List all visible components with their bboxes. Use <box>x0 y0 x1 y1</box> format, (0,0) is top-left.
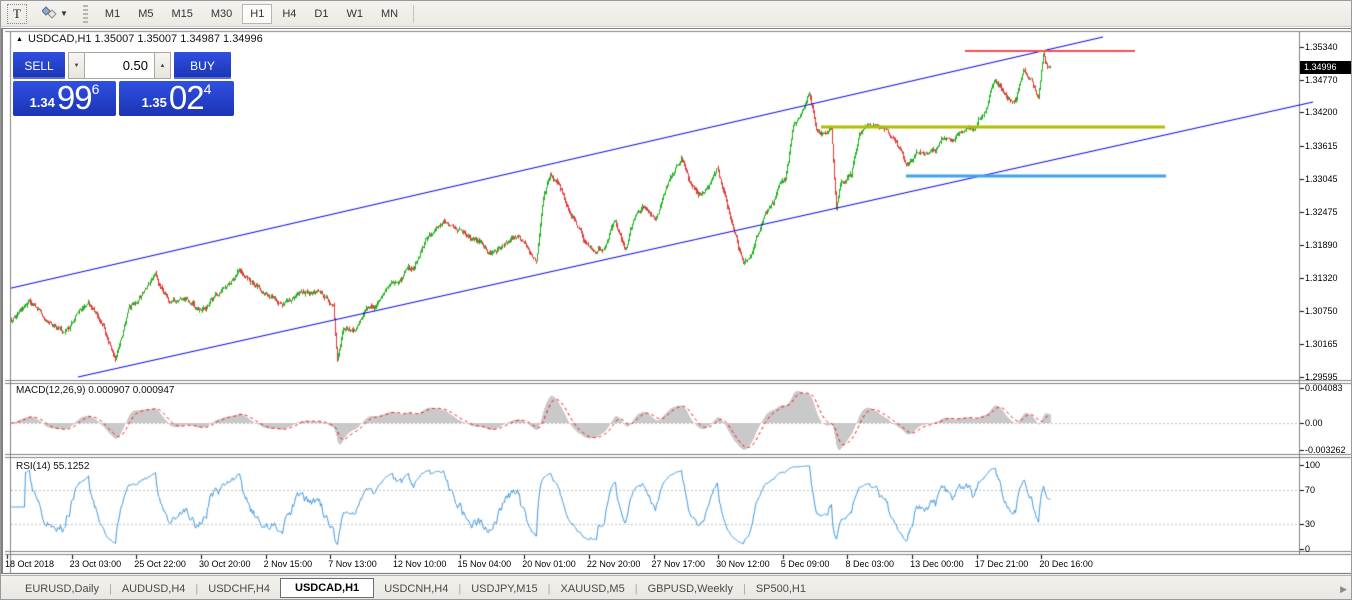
time-axis-label: 7 Nov 13:00 <box>328 559 377 569</box>
chart-title-text: USDCAD,H1 1.35007 1.35007 1.34987 1.3499… <box>28 33 263 45</box>
timeframe-button-group: M1M5M15M30H1H4D1W1MN <box>96 4 407 24</box>
time-axis-label: 8 Dec 03:00 <box>845 559 894 569</box>
price-axis-label: 1.30165 <box>1305 339 1338 349</box>
timeframe-button-m5[interactable]: M5 <box>130 4 161 24</box>
time-axis-label: 5 Dec 09:00 <box>781 559 830 569</box>
indicator-axis-label: 0.00 <box>1305 418 1323 428</box>
chart-title: ▲ USDCAD,H1 1.35007 1.35007 1.34987 1.34… <box>16 33 263 45</box>
sell-price-display[interactable]: 1.34 99 6 <box>13 81 116 116</box>
toolbar: T ▼ M1M5M15M30H1H4D1W1MN <box>1 1 1352 27</box>
price-axis-label: 1.35340 <box>1305 42 1338 52</box>
toolbar-grip-handle[interactable] <box>83 5 88 23</box>
time-axis-label: 20 Dec 16:00 <box>1039 559 1093 569</box>
time-axis-label: 2 Nov 15:00 <box>264 559 313 569</box>
buy-price-display[interactable]: 1.35 02 4 <box>119 81 234 116</box>
time-axis-label: 27 Nov 17:00 <box>652 559 706 569</box>
chart-tab-usdchf[interactable]: USDCHF,H4 <box>198 580 280 598</box>
indicator-axis-label: 100 <box>1305 460 1320 470</box>
tab-scroll-right-icon[interactable]: ▶ <box>1340 584 1347 595</box>
sell-price-big-digits: 99 <box>57 83 92 113</box>
time-axis-label: 13 Dec 00:00 <box>910 559 964 569</box>
buy-button[interactable]: BUY <box>174 52 231 79</box>
time-axis-label: 17 Dec 21:00 <box>975 559 1029 569</box>
time-axis-label: 23 Oct 03:00 <box>70 559 122 569</box>
price-axis-label: 1.29595 <box>1305 372 1338 382</box>
timeframe-button-mn[interactable]: MN <box>373 4 406 24</box>
caret-down-icon: ▼ <box>60 9 68 18</box>
indicator-axis-label: 70 <box>1305 485 1315 495</box>
indicator-axis-label: -0.003262 <box>1305 445 1346 455</box>
price-axis-label: 1.33615 <box>1305 141 1338 151</box>
time-axis-label: 18 Oct 2018 <box>5 559 54 569</box>
volume-input[interactable] <box>85 52 154 79</box>
time-axis-label: 20 Nov 01:00 <box>522 559 576 569</box>
sell-price-prefix: 1.34 <box>30 93 55 113</box>
timeframe-button-d1[interactable]: D1 <box>306 4 336 24</box>
indicator-axis-label: 0.004083 <box>1305 383 1343 393</box>
one-click-trading-panel: SELL ▼ ▲ BUY 1.34 99 6 1.35 02 4 <box>13 50 234 116</box>
chart-tab-usdjpy[interactable]: USDJPY,M15 <box>461 580 547 598</box>
diamond-objects-icon <box>42 6 57 22</box>
objects-dropdown-button[interactable]: ▼ <box>37 4 73 24</box>
mt4-terminal: T ▼ M1M5M15M30H1H4D1W1MN ▲ USDCAD,H1 1.3… <box>0 0 1352 600</box>
sell-button[interactable]: SELL <box>13 52 65 79</box>
buy-price-pip-digit: 4 <box>204 83 212 95</box>
text-tool-button[interactable]: T <box>7 4 27 24</box>
current-price-badge: 1.34996 <box>1300 61 1352 74</box>
buy-price-prefix: 1.35 <box>142 93 167 113</box>
time-axis-label: 15 Nov 04:00 <box>458 559 512 569</box>
price-axis-label: 1.32475 <box>1305 207 1338 217</box>
price-axis-label: 1.34200 <box>1305 107 1338 117</box>
price-axis-label: 1.30750 <box>1305 306 1338 316</box>
time-axis-label: 22 Nov 20:00 <box>587 559 641 569</box>
chart-tab-usdcnh[interactable]: USDCNH,H4 <box>374 580 458 598</box>
chart-tab-gbpusd[interactable]: GBPUSD,Weekly <box>638 580 743 598</box>
chart-tab-sp500[interactable]: SP500,H1 <box>746 580 816 598</box>
time-axis-label: 30 Nov 12:00 <box>716 559 770 569</box>
chart-tab-usdcad[interactable]: USDCAD,H1 <box>280 578 374 598</box>
price-axis-label: 1.31320 <box>1305 273 1338 283</box>
price-axis-label: 1.33045 <box>1305 174 1338 184</box>
volume-control: ▼ ▲ <box>68 52 171 79</box>
chart-tab-audusd[interactable]: AUDUSD,H4 <box>112 580 196 598</box>
timeframe-button-m30[interactable]: M30 <box>203 4 240 24</box>
chart-tab-bar: EURUSD,Daily|AUDUSD,H4|USDCHF,H4USDCAD,H… <box>1 575 1352 600</box>
price-axis-label: 1.31890 <box>1305 240 1338 250</box>
time-axis-label: 30 Oct 20:00 <box>199 559 251 569</box>
chart-window: ▲ USDCAD,H1 1.35007 1.35007 1.34987 1.34… <box>1 28 1352 574</box>
price-axis-label: 1.34770 <box>1305 75 1338 85</box>
timeframe-button-m15[interactable]: M15 <box>163 4 200 24</box>
buy-price-big-digits: 02 <box>169 83 204 113</box>
chart-tab-xauusd[interactable]: XAUUSD,M5 <box>551 580 635 598</box>
time-axis-label: 25 Oct 22:00 <box>134 559 186 569</box>
timeframe-button-m1[interactable]: M1 <box>97 4 128 24</box>
chart-tab-eurusd[interactable]: EURUSD,Daily <box>15 580 109 598</box>
timeframe-button-h4[interactable]: H4 <box>274 4 304 24</box>
timeframe-button-h1[interactable]: H1 <box>242 4 272 24</box>
time-axis-label: 12 Nov 10:00 <box>393 559 447 569</box>
timeframe-button-w1[interactable]: W1 <box>338 4 371 24</box>
rsi-indicator-label: RSI(14) 55.1252 <box>16 461 89 472</box>
macd-indicator-label: MACD(12,26,9) 0.000907 0.000947 <box>16 385 174 396</box>
volume-increase-button[interactable]: ▲ <box>154 52 171 79</box>
collapse-triangle-icon[interactable]: ▲ <box>16 36 23 43</box>
volume-decrease-button[interactable]: ▼ <box>68 52 85 79</box>
indicator-axis-label: 30 <box>1305 519 1315 529</box>
sell-price-pip-digit: 6 <box>92 83 100 95</box>
toolbar-separator <box>413 5 414 23</box>
indicator-axis-label: 0 <box>1305 544 1310 554</box>
